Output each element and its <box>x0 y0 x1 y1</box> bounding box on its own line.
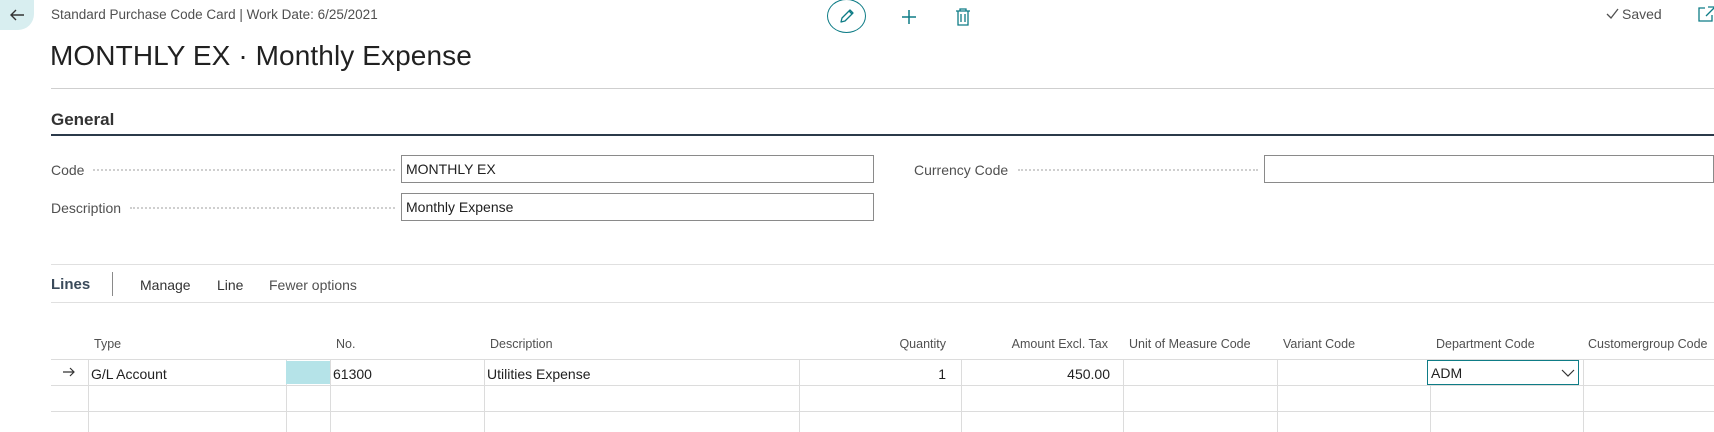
general-section-divider <box>51 134 1714 136</box>
department-code-value: ADM <box>1431 364 1463 381</box>
new-button[interactable] <box>899 7 919 27</box>
department-code-select[interactable]: ADM <box>1427 360 1579 385</box>
grid-col-line <box>1123 359 1124 432</box>
cell-description[interactable]: Utilities Expense <box>487 366 591 382</box>
back-button[interactable] <box>0 0 34 30</box>
save-status-label: Saved <box>1622 6 1662 22</box>
description-dots <box>130 207 395 209</box>
grid-col-line <box>330 359 331 432</box>
column-header-quantity[interactable]: Quantity <box>850 337 946 351</box>
grid-col-line <box>484 359 485 432</box>
checkmark-icon <box>1606 8 1619 19</box>
pencil-icon <box>839 9 854 23</box>
grid-col-line <box>88 359 89 432</box>
code-label: Code <box>51 162 85 178</box>
lines-bottom-divider <box>51 302 1714 303</box>
lines-line-menu[interactable]: Line <box>217 277 243 293</box>
description-label: Description <box>51 200 122 216</box>
column-header-amount-excl-tax[interactable]: Amount Excl. Tax <box>980 337 1108 351</box>
grid-col-line <box>799 359 800 432</box>
save-status: Saved <box>1606 6 1662 22</box>
cell-type[interactable]: G/L Account <box>91 366 167 382</box>
trash-icon <box>956 7 970 26</box>
column-header-type[interactable]: Type <box>94 337 121 351</box>
grid-row-line <box>51 411 1714 412</box>
open-new-window-icon[interactable] <box>1697 5 1714 23</box>
column-header-description[interactable]: Description <box>490 337 553 351</box>
delete-button[interactable] <box>954 7 972 27</box>
page-actions <box>827 0 972 33</box>
fewer-options-button[interactable]: Fewer options <box>269 277 357 293</box>
column-header-variant-code[interactable]: Variant Code <box>1283 337 1355 351</box>
general-section-title[interactable]: General <box>51 110 114 130</box>
lines-section-title[interactable]: Lines <box>51 276 90 293</box>
column-header-customergroup-code[interactable]: Customergroup Code <box>1588 337 1708 351</box>
cell-quantity[interactable]: 1 <box>850 366 946 382</box>
code-field[interactable] <box>401 155 874 183</box>
grid-row-line <box>51 385 1714 386</box>
grid-col-line <box>1277 359 1278 432</box>
column-header-department-code[interactable]: Department Code <box>1436 337 1535 351</box>
lines-top-divider <box>51 264 1714 265</box>
currency-code-label: Currency Code <box>914 162 1009 178</box>
breadcrumb: Standard Purchase Code Card | Work Date:… <box>51 7 378 22</box>
arrow-left-icon <box>10 9 24 21</box>
column-header-unit-of-measure-code[interactable]: Unit of Measure Code <box>1129 337 1251 351</box>
edit-button[interactable] <box>827 0 866 33</box>
column-header-no[interactable]: No. <box>336 337 355 351</box>
plus-icon <box>902 9 916 24</box>
currency-code-field[interactable] <box>1264 155 1714 183</box>
title-divider <box>51 88 1714 89</box>
selected-cell[interactable] <box>286 361 330 384</box>
lines-manage-menu[interactable]: Manage <box>140 277 191 293</box>
row-arrow-right-icon <box>63 367 75 377</box>
page-title: MONTHLY EX · Monthly Expense <box>50 40 472 71</box>
cell-no[interactable]: 61300 <box>333 366 372 382</box>
lines-separator <box>112 272 113 296</box>
description-field[interactable] <box>401 193 874 221</box>
currency-code-dots <box>1018 169 1258 171</box>
cell-amount-excl-tax[interactable]: 450.00 <box>980 366 1110 382</box>
grid-col-line <box>1583 359 1584 432</box>
grid-col-line <box>961 359 962 432</box>
code-dots <box>93 169 395 171</box>
chevron-down-icon <box>1561 369 1575 377</box>
